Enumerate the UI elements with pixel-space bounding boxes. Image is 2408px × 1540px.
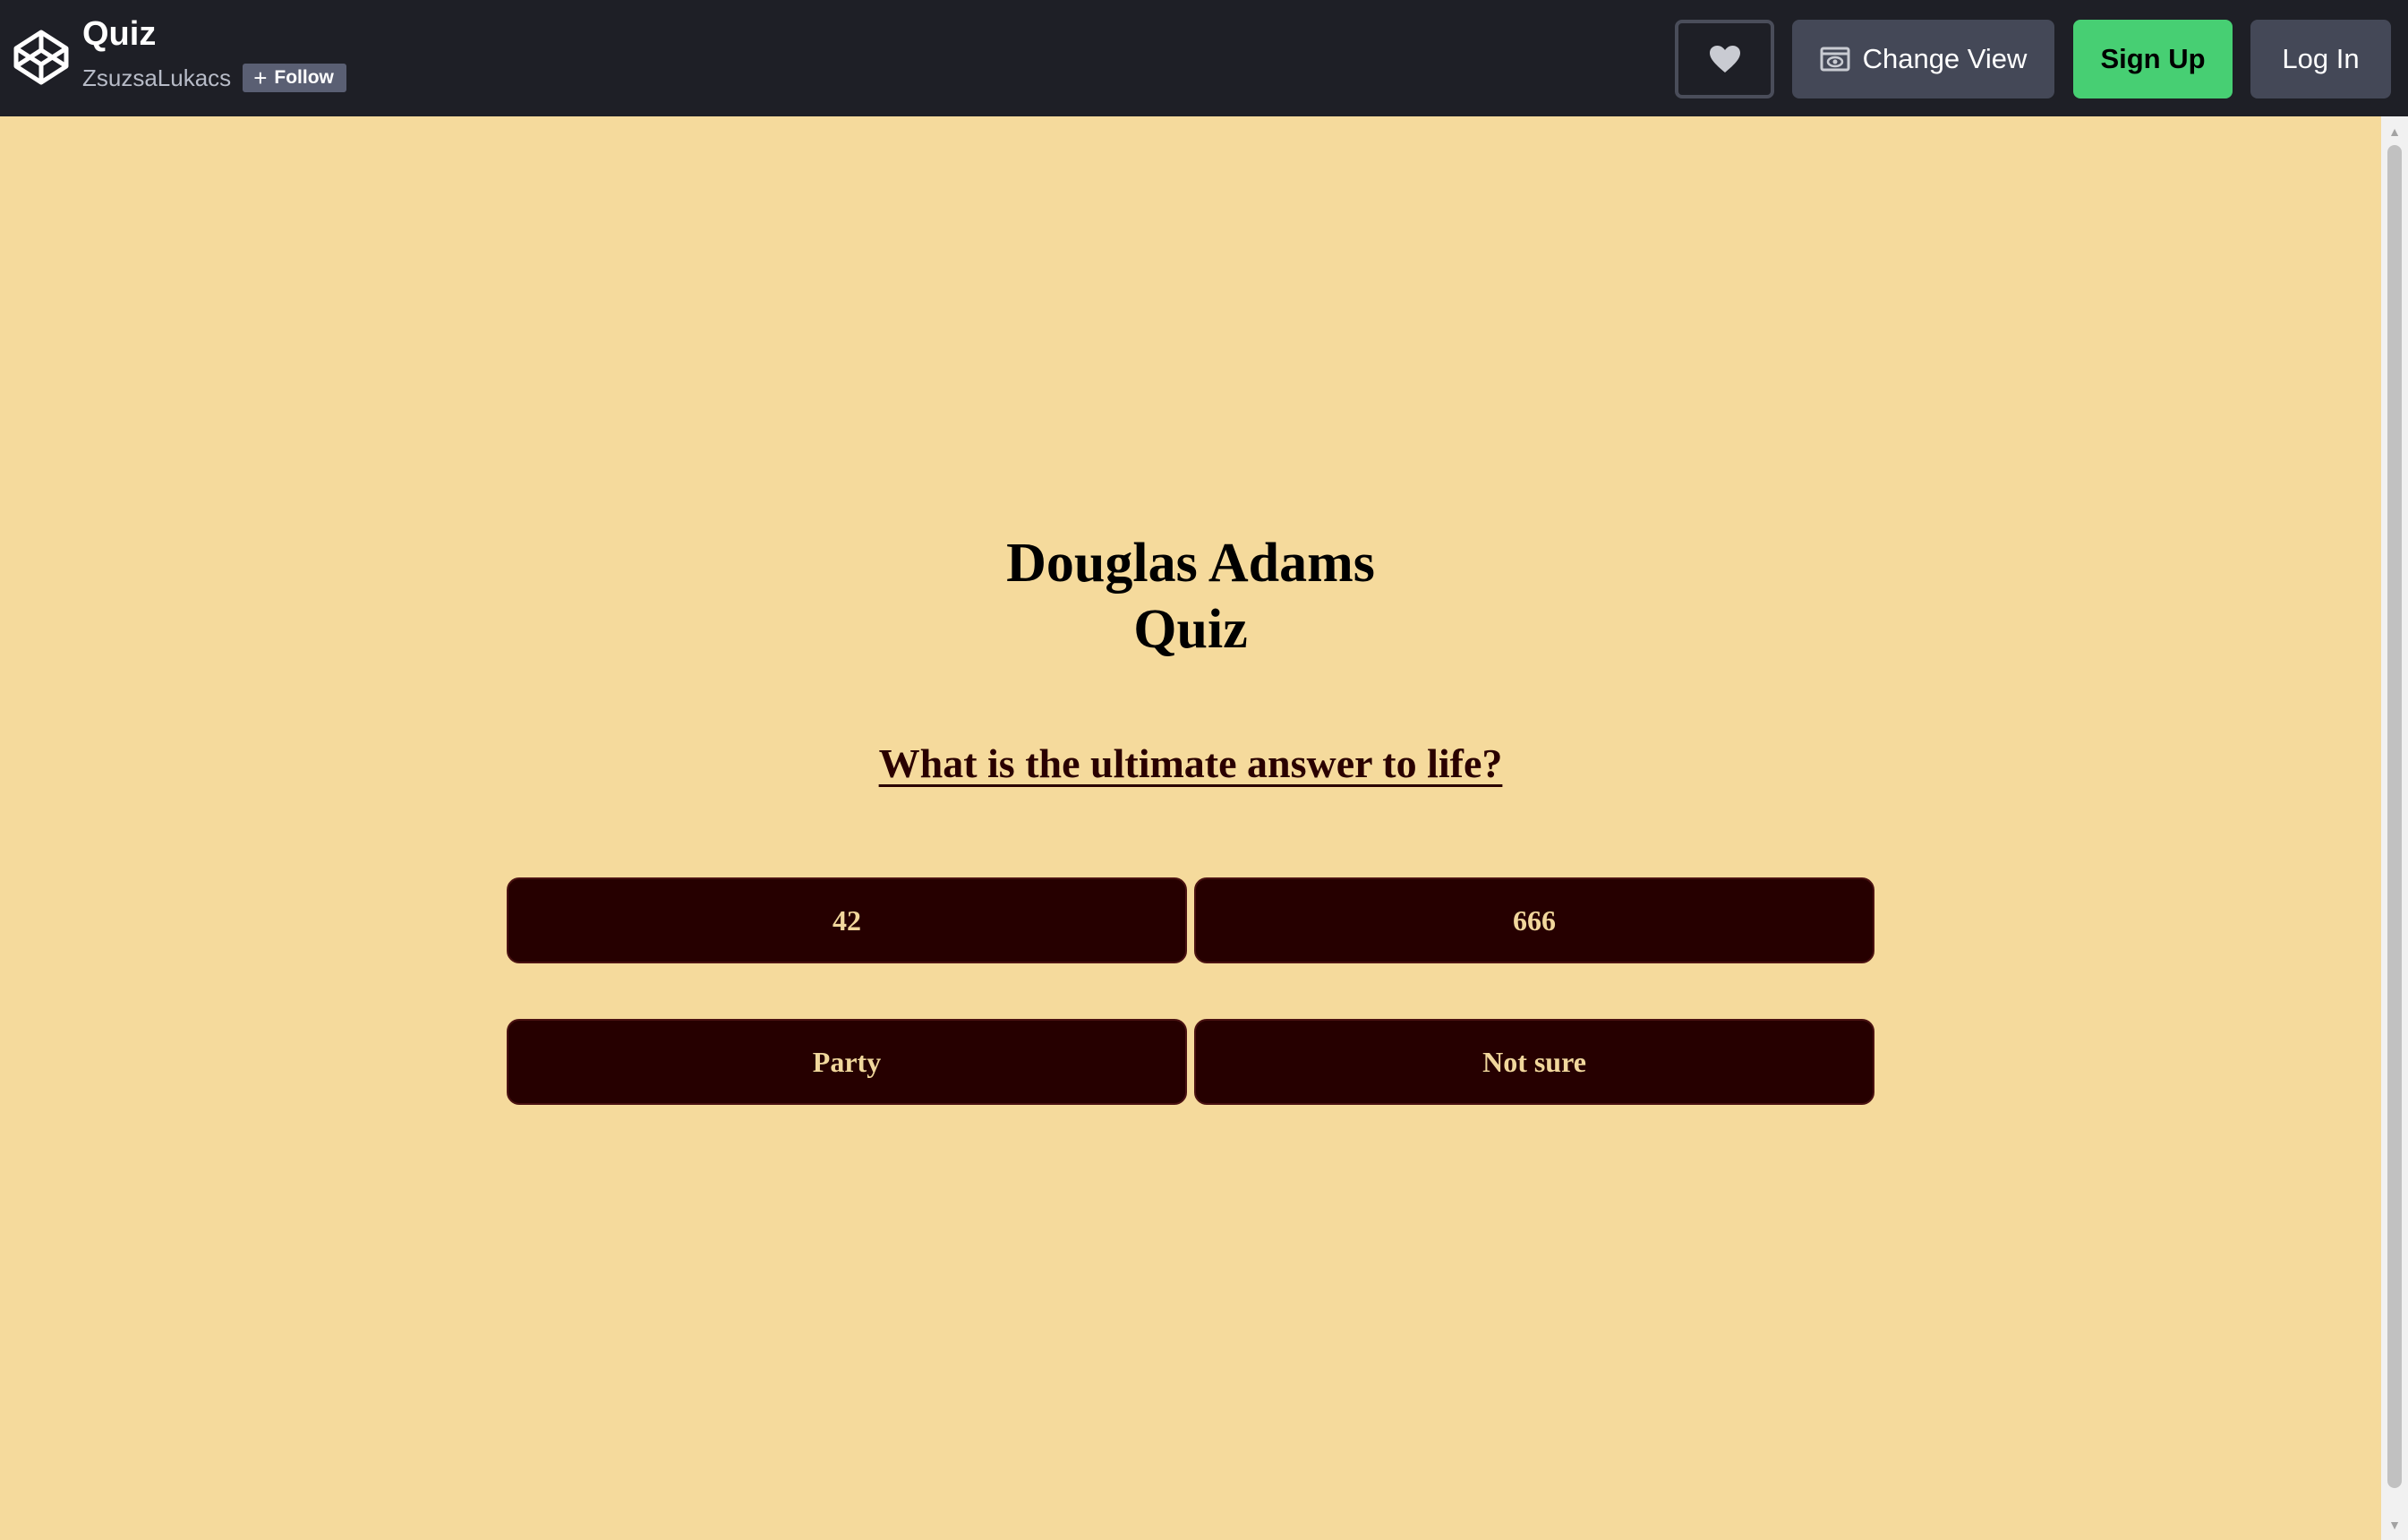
vertical-scrollbar[interactable]: ▲ ▼ (2381, 116, 2408, 1540)
like-button[interactable] (1675, 20, 1774, 98)
heart-icon (1709, 46, 1740, 73)
top-bar: Quiz ZsuzsaLukacs + Follow Change View S… (0, 0, 2408, 116)
login-button[interactable]: Log In (2250, 20, 2391, 98)
signup-button[interactable]: Sign Up (2073, 20, 2233, 98)
plus-icon: + (253, 64, 268, 91)
scrollbar-thumb[interactable] (2387, 145, 2402, 1488)
quiz-title-line1: Douglas Adams (1006, 533, 1375, 594)
scroll-down-arrow-icon[interactable]: ▼ (2381, 1513, 2408, 1536)
follow-label: Follow (274, 67, 334, 88)
quiz-title-line2: Quiz (1133, 599, 1248, 660)
quiz-title: Douglas Adams Quiz (0, 530, 2381, 663)
answer-grid: 42 666 Party Not sure (507, 877, 1874, 1105)
answer-button-666[interactable]: 666 (1194, 877, 1874, 963)
follow-button[interactable]: + Follow (243, 64, 346, 92)
change-view-button[interactable]: Change View (1792, 20, 2054, 98)
author-row: ZsuzsaLukacs + Follow (82, 63, 346, 93)
pen-title: Quiz (82, 15, 157, 53)
answer-button-42[interactable]: 42 (507, 877, 1187, 963)
codepen-logo-icon[interactable] (13, 29, 70, 86)
author-link[interactable]: ZsuzsaLukacs (82, 63, 231, 93)
change-view-label: Change View (1862, 43, 2028, 74)
window-eye-icon (1820, 47, 1850, 72)
scroll-up-arrow-icon[interactable]: ▲ (2381, 120, 2408, 143)
answer-button-party[interactable]: Party (507, 1019, 1187, 1105)
question-text: What is the ultimate answer to life? (878, 740, 1503, 786)
answer-button-not-sure[interactable]: Not sure (1194, 1019, 1874, 1105)
